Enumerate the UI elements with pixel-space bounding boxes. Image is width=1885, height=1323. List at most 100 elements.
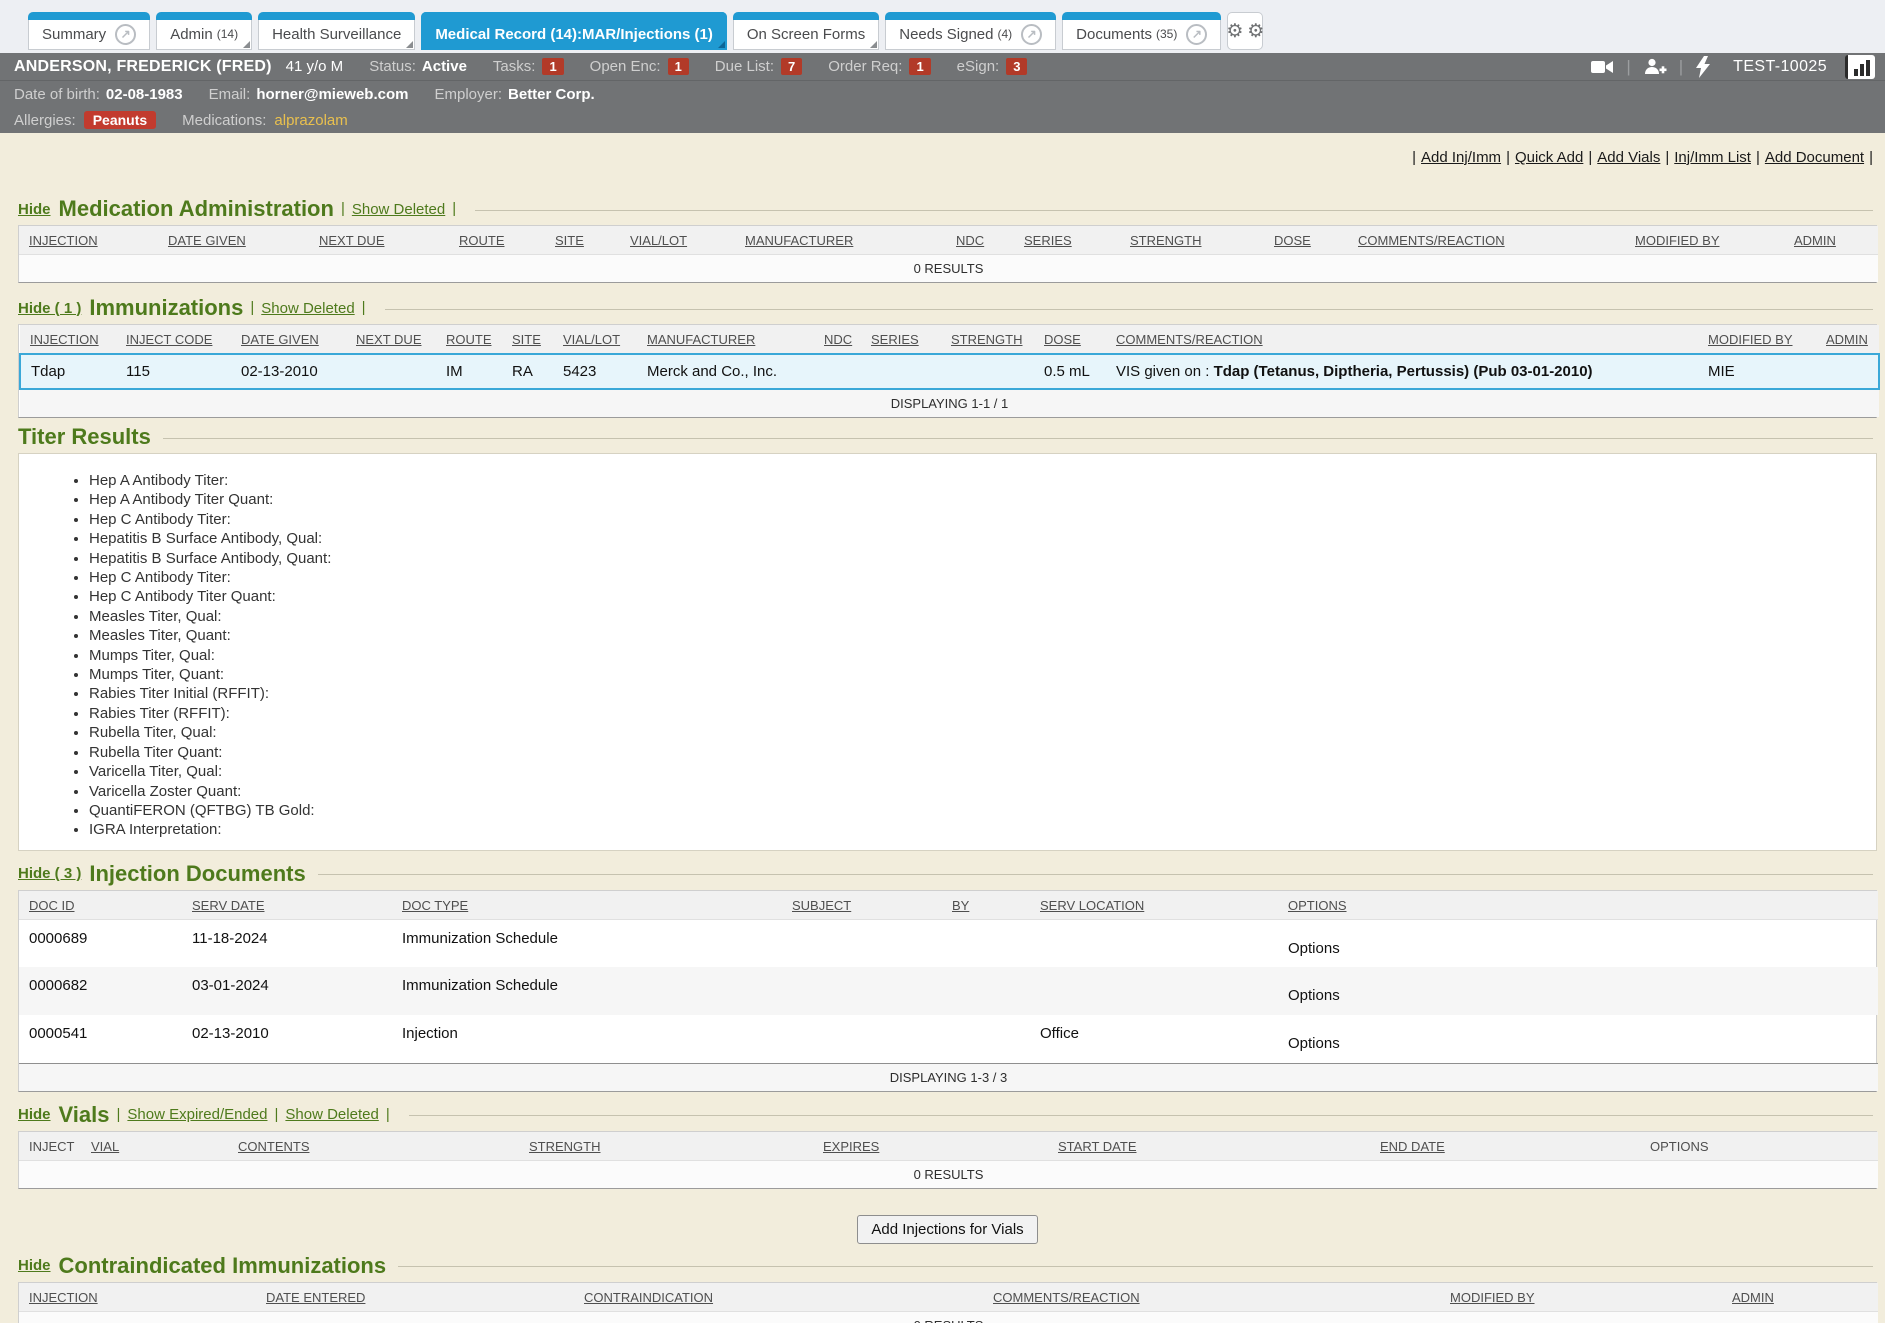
col-manufacturer: MANUFACTURER [735,226,946,255]
chart-stats-icon[interactable] [1845,55,1875,79]
col-date-given: DATE GIVEN [231,325,346,354]
add-user-icon[interactable] [1643,57,1667,77]
hide-vials-link[interactable]: Hide [18,1106,51,1123]
options-menu-link[interactable]: Options [1288,987,1340,1004]
popout-arrow-icon[interactable]: ↗ [1186,24,1207,45]
col-inject-code: INJECT CODE [116,325,231,354]
titer-item: Rubella Titer Quant: [89,743,1856,762]
divider [318,874,1873,875]
cell-admin [1816,354,1879,389]
tab-health-surveillance[interactable]: Health Surveillance [258,12,415,50]
cell-doc-id: 0000689 [19,919,182,967]
cell-route: IM [436,354,502,389]
section-medication-administration: Hide Medication Administration Show Dele… [18,196,1877,283]
col-vial-lot: VIAL/LOT [620,226,735,255]
section-contraindicated-immunizations: Hide Contraindicated Immunizations INJEC… [18,1253,1877,1323]
titer-item: Hep A Antibody Titer: [89,471,1856,490]
col-end-date: END DATE [1370,1132,1640,1161]
add-vials-link[interactable]: Add Vials [1597,149,1660,166]
add-document-link[interactable]: Add Document [1765,149,1864,166]
tasks-count-badge[interactable]: 1 [542,58,563,75]
vials-empty-results: 0 RESULTS [19,1160,1878,1188]
tab-settings-button[interactable]: ⚙ ⚙︎ [1227,12,1263,50]
allergy-badge[interactable]: Peanuts [84,111,156,129]
cell-vial-lot: 5423 [553,354,637,389]
section-vials: Hide Vials Show Expired/Ended Show Delet… [18,1102,1877,1244]
col-series: SERIES [1014,226,1120,255]
lightning-bolt-icon[interactable] [1695,56,1711,78]
popout-arrow-icon[interactable]: ↗ [1021,24,1042,45]
separator [1665,149,1669,166]
tab-needs-signed[interactable]: Needs Signed (4) ↗ [885,12,1056,50]
show-deleted-vials-link[interactable]: Show Deleted [285,1106,378,1123]
document-row[interactable]: 0000541 02-13-2010 Injection Office Opti… [19,1015,1878,1063]
due-list-count-badge[interactable]: 7 [781,58,802,75]
medications-value[interactable]: alprazolam [274,112,347,129]
cell-injection: Tdap [20,354,116,389]
col-strength: STRENGTH [1120,226,1264,255]
titer-item: Varicella Titer, Qual: [89,762,1856,781]
vials-table: INJECT VIAL CONTENTS STRENGTH EXPIRES ST… [19,1132,1878,1188]
document-row[interactable]: 0000689 11-18-2024 Immunization Schedule… [19,919,1878,967]
col-date-given: DATE GIVEN [158,226,309,255]
col-injection: INJECTION [19,226,158,255]
esign-count-badge[interactable]: 3 [1006,58,1027,75]
titer-item: Rabies Titer Initial (RFFIT): [89,684,1856,703]
section-injection-documents: Hide ( 3 ) Injection Documents DOC ID SE… [18,861,1877,1092]
col-vial: VIAL [81,1132,228,1161]
bar [1866,60,1870,76]
col-modified-by: MODIFIED BY [1625,226,1784,255]
video-camera-icon[interactable] [1590,58,1614,76]
immunization-row-tdap[interactable]: Tdap 115 02-13-2010 IM RA 5423 Merck and… [20,354,1879,389]
patient-header: ANDERSON, FREDERICK (FRED) 41 y/o M Stat… [0,53,1885,133]
hide-injection-documents-link[interactable]: Hide ( 3 ) [18,865,81,882]
add-inj-imm-link[interactable]: Add Inj/Imm [1421,149,1501,166]
hide-contraindicated-link[interactable]: Hide [18,1257,51,1274]
inj-imm-list-link[interactable]: Inj/Imm List [1674,149,1751,166]
tab-on-screen-forms[interactable]: On Screen Forms [733,12,879,50]
tab-medical-record-active[interactable]: Medical Record (14):MAR/Injections (1) [421,12,727,50]
employer-value: Better Corp. [508,86,595,103]
patient-age-sex: 41 y/o M [286,58,344,75]
col-serv-date: SERV DATE [182,891,392,920]
divider [475,210,1873,211]
col-date-entered: DATE ENTERED [256,1283,574,1312]
col-injection: INJECTION [19,1283,256,1312]
dob-label: Date of birth: [14,86,100,103]
popout-arrow-icon[interactable]: ↗ [115,24,136,45]
add-injections-for-vials-button[interactable]: Add Injections for Vials [857,1215,1037,1244]
divider [385,309,1873,310]
titer-item: Hep C Antibody Titer Quant: [89,587,1856,606]
hide-immunizations-link[interactable]: Hide ( 1 ) [18,300,81,317]
tab-admin-count: (14) [217,27,238,41]
open-enc-count-badge[interactable]: 1 [668,58,689,75]
cell-serv-date: 02-13-2010 [182,1015,392,1063]
order-req-count-badge[interactable]: 1 [909,58,930,75]
cell-dose: 0.5 mL [1034,354,1106,389]
show-expired-ended-link[interactable]: Show Expired/Ended [127,1106,267,1123]
tab-admin-label: Admin [170,26,213,43]
col-series: SERIES [861,325,941,354]
show-deleted-immunizations-link[interactable]: Show Deleted [261,300,354,317]
tab-summary[interactable]: Summary ↗ [28,12,150,50]
titer-results-title: Titer Results [18,424,151,450]
injection-documents-title: Injection Documents [89,861,305,887]
col-by: BY [942,891,1030,920]
hide-med-admin-link[interactable]: Hide [18,201,51,218]
tab-needs-signed-label: Needs Signed [899,26,993,43]
document-row[interactable]: 0000682 03-01-2024 Immunization Schedule… [19,967,1878,1015]
quick-add-link[interactable]: Quick Add [1515,149,1583,166]
options-menu-link[interactable]: Options [1288,940,1340,957]
show-deleted-med-admin-link[interactable]: Show Deleted [352,201,445,218]
tab-summary-label: Summary [42,26,106,43]
separator [445,200,463,218]
cell-next-due [346,354,436,389]
cell-doc-id: 0000682 [19,967,182,1015]
options-menu-link[interactable]: Options [1288,1035,1340,1052]
tab-documents[interactable]: Documents (35) ↗ [1062,12,1221,50]
col-modified-by: MODIFIED BY [1698,325,1816,354]
separator [268,1106,286,1124]
tab-admin[interactable]: Admin (14) [156,12,252,50]
cell-doc-type: Immunization Schedule [392,967,782,1015]
titer-item: Varicella Zoster Quant: [89,782,1856,801]
